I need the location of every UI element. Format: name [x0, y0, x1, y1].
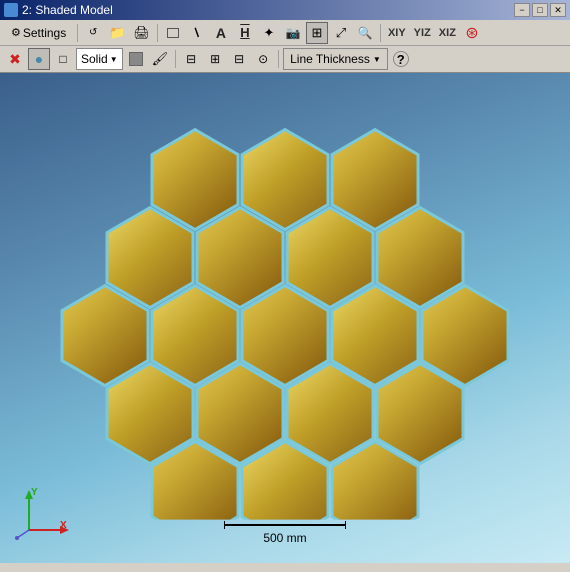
camera-tool[interactable]: 📷 [282, 22, 304, 44]
settings-button[interactable]: ⚙ Settings [4, 22, 73, 44]
thickness-arrow: ▼ [373, 55, 381, 64]
rectangle-tool[interactable] [162, 22, 184, 44]
solid-label: Solid [81, 52, 108, 66]
wireframe-icon: □ [59, 52, 66, 66]
settings-icon: ⚙ [11, 26, 21, 39]
xiz-label[interactable]: XIZ [436, 26, 459, 40]
dropdown-arrow: ▼ [110, 55, 118, 64]
maximize-button[interactable]: □ [532, 3, 548, 17]
text-h-tool[interactable]: H [234, 22, 256, 44]
refresh-button[interactable]: ↺ [82, 22, 104, 44]
window-icon [4, 3, 18, 17]
axis-indicator: Y X [14, 485, 69, 543]
line-icon: / [192, 25, 203, 40]
text-bold-tool[interactable]: A [210, 22, 232, 44]
thickness-text: Thickness [316, 52, 370, 66]
clip-icon: ⊞ [210, 52, 220, 66]
close-view-button[interactable]: ✖ [4, 48, 26, 70]
toolbar-row-2: ✖ ● □ Solid ▼ 🖌 ⊟ ⊞ ⊟ ⊙ Lin [0, 46, 570, 72]
target-icon: ✦ [263, 25, 274, 41]
section-view-button[interactable]: ⊟ [180, 48, 202, 70]
separator-4 [175, 50, 176, 68]
refresh-icon: ↺ [89, 27, 97, 38]
clip-button[interactable]: ⊞ [204, 48, 226, 70]
toolbar-row-1: ⚙ Settings ↺ 📁 🖨 / A H ✦ 📷 [0, 20, 570, 46]
zoom-icon: 🔍 [357, 26, 372, 40]
measure-button[interactable]: ⊙ [252, 48, 274, 70]
line-tool[interactable]: / [186, 22, 208, 44]
grid-icon: ⊞ [311, 25, 322, 41]
separator-3 [380, 24, 381, 42]
viewport[interactable]: .hex { stroke: #6ab0c8; stroke-width: 2.… [0, 73, 570, 563]
scale-bar: 500 mm [224, 521, 346, 545]
rectangle-icon [167, 28, 179, 38]
expand-tool[interactable]: ⤢ [330, 22, 352, 44]
help-icon: ? [393, 51, 409, 67]
paint-button[interactable]: 🖌 [149, 48, 172, 70]
scale-label: 500 mm [263, 531, 306, 545]
solid-dropdown[interactable]: Solid ▼ [76, 48, 123, 70]
print-button[interactable]: 🖨 [130, 22, 153, 44]
svg-text:Y: Y [31, 487, 38, 498]
target-tool[interactable]: ✦ [258, 22, 280, 44]
color-swatch-button[interactable] [125, 48, 147, 70]
xyz-labels: XIY YIZ XIZ [385, 26, 459, 40]
grid-tool[interactable]: ⊞ [306, 22, 328, 44]
explode-button[interactable]: ⊟ [228, 48, 250, 70]
explode-icon: ⊟ [234, 52, 244, 66]
titlebar: 2: Shaded Model − □ ✕ [0, 0, 570, 20]
xiy-label[interactable]: XIY [385, 26, 409, 40]
yiz-label[interactable]: YIZ [411, 26, 434, 40]
line-thickness-label: Line [290, 52, 313, 66]
measure-icon: ⊙ [258, 52, 268, 66]
hexagons-svg [55, 100, 515, 520]
help-button[interactable]: ? [390, 48, 412, 70]
section-icon: ⊟ [186, 52, 196, 66]
paint-icon: 🖌 [152, 51, 169, 67]
axis-svg: Y X [14, 485, 69, 540]
scale-tick-right [345, 521, 346, 529]
separator-2 [157, 24, 158, 42]
shaded-icon: ● [35, 51, 43, 67]
wireframe-button[interactable]: □ [52, 48, 74, 70]
bold-a-icon: A [216, 25, 226, 41]
folder-icon: 📁 [109, 25, 125, 41]
window-title: 2: Shaded Model [22, 3, 113, 17]
zoom-tool[interactable]: 🔍 [354, 22, 376, 44]
navcube-icon: ⊛ [465, 23, 478, 43]
separator-1 [77, 24, 78, 42]
expand-icon: ⤢ [336, 25, 346, 41]
line-thickness-button[interactable]: Line Line Thickness Thickness ▼ [283, 48, 388, 70]
color-swatch [129, 52, 143, 66]
nav-cube-button[interactable]: ⊛ [461, 22, 483, 44]
settings-label: Settings [23, 26, 66, 40]
scale-line [225, 524, 345, 526]
shaded-view-button[interactable]: ● [28, 48, 50, 70]
h-icon: H [240, 25, 249, 40]
close-button[interactable]: ✕ [550, 3, 566, 17]
svg-text:X: X [60, 520, 67, 531]
camera-icon: 📷 [285, 26, 300, 40]
print-icon: 🖨 [133, 25, 150, 41]
minimize-button[interactable]: − [514, 3, 530, 17]
titlebar-buttons: − □ ✕ [514, 3, 566, 17]
open-button[interactable]: 📁 [106, 22, 128, 44]
separator-5 [278, 50, 279, 68]
toolbar-container: ⚙ Settings ↺ 📁 🖨 / A H ✦ 📷 [0, 20, 570, 73]
